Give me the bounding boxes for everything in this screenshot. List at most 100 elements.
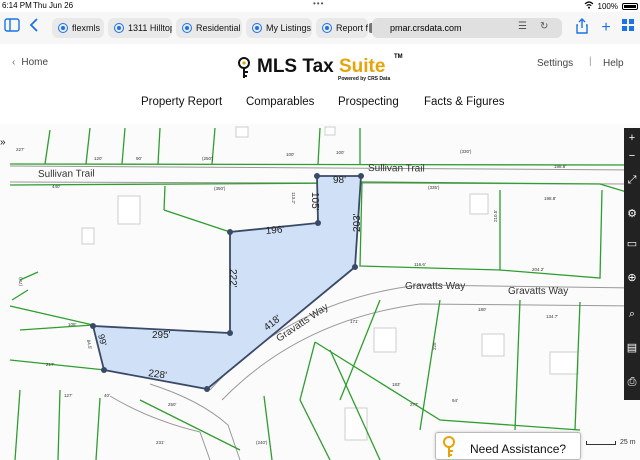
status-bar: 6:14 PM Thu Jun 26 ••• 100% xyxy=(0,0,640,12)
reader-icon[interactable]: ☰ xyxy=(518,21,527,32)
scale-label: 25 m xyxy=(620,439,636,446)
tab-flexmls[interactable]: flexmls xyxy=(52,18,104,38)
mls-tax-suite-logo[interactable]: MLS Tax Suite TM Powered by CRS Data xyxy=(237,52,407,86)
key-icon xyxy=(237,57,251,84)
lot-measurement: 180' xyxy=(478,307,487,312)
layers-icon[interactable]: ▭ xyxy=(624,234,640,254)
lot-measurement: 127' xyxy=(64,393,73,398)
lot-measurement: (75') xyxy=(18,277,23,286)
sidebar-icon[interactable] xyxy=(2,18,22,38)
brand-name: MLS Tax Suite xyxy=(257,56,386,77)
measure-icon[interactable]: ▤ xyxy=(624,338,640,358)
menu-facts-figures[interactable]: Facts & Figures xyxy=(424,96,505,108)
zoom-in-icon[interactable]: + xyxy=(624,128,640,148)
reload-icon[interactable]: ↻ xyxy=(540,21,548,32)
lot-measurement: 40' xyxy=(104,393,110,398)
parcel-dimension: 295' xyxy=(152,330,171,341)
tab-favicon-icon xyxy=(182,23,192,33)
lot-measurement: 105' xyxy=(68,322,77,327)
gear-icon[interactable]: ⚙ xyxy=(624,204,640,224)
settings-link[interactable]: Settings xyxy=(537,58,573,69)
lot-measurement: 227' xyxy=(16,147,25,152)
chevron-left-icon: ‹ xyxy=(12,57,16,68)
search-icon[interactable]: ⌕ xyxy=(624,304,640,324)
fullscreen-icon[interactable]: ⤢ xyxy=(624,170,640,190)
lot-measurement: (240') xyxy=(256,440,268,445)
print-icon[interactable]: ⎙ xyxy=(624,372,640,392)
lot-measurement: 210.5' xyxy=(493,210,498,222)
lot-measurement: (335') xyxy=(428,185,440,190)
powered-by: Powered by CRS Data xyxy=(338,76,391,82)
lot-measurement: 204.2' xyxy=(532,267,544,272)
new-tab-icon[interactable]: + xyxy=(596,18,616,38)
lot-measurement: 225' xyxy=(432,341,437,350)
home-link[interactable]: ‹ Home xyxy=(12,57,48,68)
lot-measurement: (250') xyxy=(202,156,214,161)
parcel-dimension: 222' xyxy=(227,269,238,288)
multitask-dots[interactable]: ••• xyxy=(313,0,324,8)
lot-measurement: 116.6' xyxy=(414,262,426,267)
lot-measurement: (350') xyxy=(214,186,226,191)
lot-measurement: 231' xyxy=(156,440,165,445)
scale-bar: 25 m xyxy=(586,437,638,447)
parcel-dimension: 105' xyxy=(309,192,320,211)
lot-measurement: 94' xyxy=(452,398,458,403)
status-time: 6:14 PM xyxy=(2,1,32,10)
menu-comparables[interactable]: Comparables xyxy=(246,96,314,108)
header-separator: | xyxy=(589,56,592,67)
lot-measurement: 277' xyxy=(410,402,419,407)
menu-prospecting[interactable]: Prospecting xyxy=(338,96,399,108)
lot-measurement: 84.5' xyxy=(86,339,93,349)
tab-hilltop[interactable]: 1311 Hilltop xyxy=(108,18,172,38)
lot-measurement: 217' xyxy=(46,362,55,367)
need-assistance-label: Need Assistance? xyxy=(470,442,567,456)
lot-measurement: 100' xyxy=(336,150,345,155)
parcel-map[interactable]: Sullivan Trail Sullivan Trail Gravatts W… xyxy=(0,124,640,460)
parcel-dimension: 203' xyxy=(352,213,363,232)
need-assistance-button[interactable]: Need Assistance? xyxy=(435,432,581,460)
parcel-dimension: 196' xyxy=(265,224,285,237)
tab-overview-icon[interactable] xyxy=(618,18,638,38)
lot-measurement: 134.7' xyxy=(546,314,558,319)
street-label: Sullivan Trail xyxy=(38,169,95,180)
lot-measurement: 113.2' xyxy=(291,192,296,204)
parcel-dimension: 228' xyxy=(148,368,168,381)
battery-icon xyxy=(622,2,638,10)
lot-measurement: 100' xyxy=(286,152,295,157)
tab-my-listings[interactable]: My Listings xyxy=(246,18,312,38)
lot-measurement: 250' xyxy=(168,402,177,407)
lot-measurement: 198.8' xyxy=(544,196,556,201)
address-bar[interactable]: pmar.crsdata.com ☰ ↻ xyxy=(372,18,562,38)
tab-residential[interactable]: Residential xyxy=(176,18,242,38)
url-text: pmar.crsdata.com xyxy=(390,23,462,33)
street-label: Sullivan Trail xyxy=(368,163,425,174)
tab-favicon-icon xyxy=(114,23,124,33)
lot-measurement: 440' xyxy=(52,184,61,189)
zoom-out-icon[interactable]: − xyxy=(624,146,640,166)
map-toolbar: + − ⤢ ⚙ ▭ ⊕ ⌕ ▤ ⎙ xyxy=(624,128,640,400)
menu-property-report[interactable]: Property Report xyxy=(141,96,222,108)
battery-percent: 100% xyxy=(597,1,618,11)
locate-icon[interactable]: ⊕ xyxy=(624,268,640,288)
lot-measurement: 183' xyxy=(392,382,401,387)
wifi-icon xyxy=(584,1,594,11)
lot-measurement: 171' xyxy=(350,319,359,324)
key-icon xyxy=(442,436,456,460)
chevron-right-icon[interactable]: » xyxy=(0,137,6,148)
trademark: TM xyxy=(394,54,403,60)
lot-measurement: 198.8' xyxy=(554,164,566,169)
browser-toolbar: flexmls 1311 Hilltop Residential My List… xyxy=(0,12,640,44)
tab-report[interactable]: Report fo xyxy=(316,18,368,38)
tab-favicon-icon xyxy=(322,23,332,33)
share-icon[interactable] xyxy=(572,18,592,38)
lot-measurement: 120' xyxy=(94,156,103,161)
back-icon[interactable] xyxy=(24,18,44,38)
street-label: Gravatts Way xyxy=(508,286,568,297)
status-date: Thu Jun 26 xyxy=(33,1,74,10)
lot-measurement: (330') xyxy=(460,149,472,154)
street-label: Gravatts Way xyxy=(405,281,465,292)
status-right: 100% xyxy=(584,1,638,11)
lot-measurement: 90' xyxy=(136,156,142,161)
help-link[interactable]: Help xyxy=(603,58,624,69)
map-canvas[interactable]: Sullivan Trail Sullivan Trail Gravatts W… xyxy=(0,124,640,460)
